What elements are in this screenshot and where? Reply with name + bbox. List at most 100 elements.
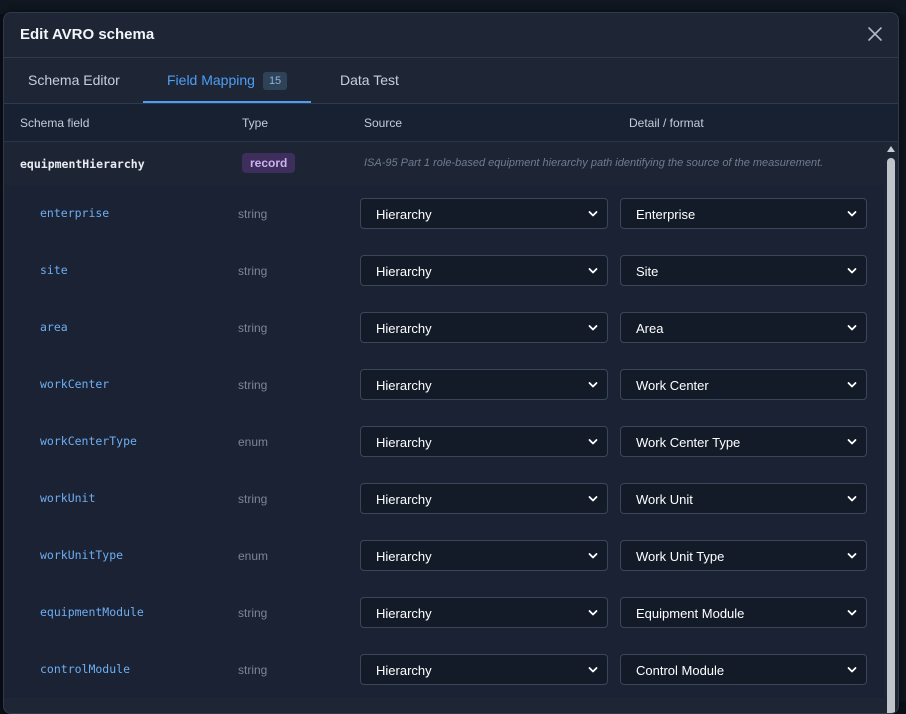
source-select-value: Hierarchy (376, 321, 432, 336)
table-row: equipmentModule string Hierarchy Equipment … (4, 584, 884, 641)
field-type: string (238, 492, 268, 506)
chevron-down-icon (588, 436, 598, 448)
scrollbar-thumb[interactable] (887, 158, 895, 713)
table-row: site string Hierarchy Site (4, 242, 884, 299)
source-select[interactable]: Hierarchy (360, 369, 608, 400)
source-select[interactable]: Hierarchy (360, 483, 608, 514)
detail-select[interactable]: Work Unit (620, 483, 867, 514)
detail-select-value: Work Center (636, 378, 709, 393)
column-header-detail: Detail / format (629, 116, 704, 130)
column-header-type: Type (242, 116, 269, 130)
source-select-value: Hierarchy (376, 549, 432, 564)
source-select-value: Hierarchy (376, 492, 432, 507)
tab-field-mapping[interactable]: Field Mapping 15 (143, 58, 312, 103)
source-select-value: Hierarchy (376, 435, 432, 450)
chevron-down-icon (588, 208, 598, 220)
dialog-header: Edit AVRO schema (4, 13, 898, 58)
field-type: enum (238, 435, 269, 449)
table-row: workCenterType enum Hierarchy Work Center T… (4, 413, 884, 470)
detail-select[interactable]: Area (620, 312, 867, 343)
scrollbar[interactable] (884, 142, 898, 713)
field-type: string (238, 663, 268, 677)
field-name: site (40, 263, 68, 277)
chevron-down-icon (847, 550, 857, 562)
dialog-title: Edit AVRO schema (20, 26, 155, 43)
chevron-down-icon (847, 379, 857, 391)
table-header: Schema field Type Source Detail / format (4, 104, 898, 142)
field-type: string (238, 264, 268, 278)
field-name: workUnit (40, 491, 96, 505)
source-select[interactable]: Hierarchy (360, 540, 608, 571)
field-name: equipmentModule (40, 605, 144, 619)
tab-schema-editor[interactable]: Schema Editor (28, 58, 120, 102)
table-row: workUnitType enum Hierarchy Work Unit Type (4, 527, 884, 584)
record-group-row: equipmentHierarchy record ISA-95 Part 1 … (4, 142, 884, 185)
field-name: enterprise (40, 206, 110, 220)
table-row: controlModule string Hierarchy Control Modu… (4, 641, 884, 698)
detail-select-value: Area (636, 321, 664, 336)
tab-data-test[interactable]: Data Test (340, 58, 399, 102)
detail-select-value: Work Unit (636, 492, 693, 507)
record-description: ISA-95 Part 1 role-based equipment hiera… (364, 157, 824, 169)
chevron-down-icon (588, 550, 598, 562)
source-select[interactable]: Hierarchy (360, 255, 608, 286)
chevron-down-icon (588, 322, 598, 334)
detail-select-value: Equipment Module (636, 606, 745, 621)
table-row: workUnit string Hierarchy Work Unit (4, 470, 884, 527)
tab-label: Data Test (340, 72, 399, 88)
field-type: string (238, 321, 268, 335)
detail-select[interactable]: Work Center (620, 369, 867, 400)
edit-schema-dialog: Edit AVRO schema Schema Editor Field Map… (3, 12, 899, 714)
chevron-down-icon (847, 436, 857, 448)
detail-select-value: Work Unit Type (636, 549, 725, 564)
scroll-up-arrow-icon[interactable] (887, 146, 895, 152)
field-name: area (40, 320, 68, 334)
field-name: workCenter (40, 377, 110, 391)
record-name: equipmentHierarchy (20, 157, 145, 171)
detail-select[interactable]: Control Module (620, 654, 867, 685)
source-select-value: Hierarchy (376, 663, 432, 678)
field-name: workCenterType (40, 434, 137, 448)
chevron-down-icon (847, 208, 857, 220)
column-header-field: Schema field (20, 116, 90, 130)
chevron-down-icon (847, 607, 857, 619)
field-type: string (238, 606, 268, 620)
field-count-badge: 15 (262, 72, 288, 90)
tab-bar: Schema Editor Field Mapping 15 Data Test (4, 58, 898, 104)
table-row: workCenter string Hierarchy Work Center (4, 356, 884, 413)
detail-select[interactable]: Enterprise (620, 198, 867, 229)
field-type: string (238, 207, 268, 221)
field-name: workUnitType (40, 548, 124, 562)
record-type-badge: record (242, 153, 296, 173)
detail-select[interactable]: Work Center Type (620, 426, 867, 457)
table-row: area string Hierarchy Area (4, 299, 884, 356)
close-icon[interactable] (866, 25, 884, 43)
source-select-value: Hierarchy (376, 264, 432, 279)
source-select[interactable]: Hierarchy (360, 426, 608, 457)
chevron-down-icon (588, 265, 598, 277)
chevron-down-icon (588, 379, 598, 391)
chevron-down-icon (847, 265, 857, 277)
detail-select-value: Enterprise (636, 207, 696, 222)
source-select[interactable]: Hierarchy (360, 597, 608, 628)
source-select[interactable]: Hierarchy (360, 198, 608, 229)
field-type: enum (238, 549, 269, 563)
source-select-value: Hierarchy (376, 378, 432, 393)
detail-select-value: Site (636, 264, 659, 279)
background-app-edge (898, 14, 906, 702)
detail-select-value: Work Center Type (636, 435, 741, 450)
source-select-value: Hierarchy (376, 606, 432, 621)
detail-select[interactable]: Equipment Module (620, 597, 867, 628)
source-select[interactable]: Hierarchy (360, 654, 608, 685)
field-name: controlModule (40, 662, 131, 676)
chevron-down-icon (847, 493, 857, 505)
source-select[interactable]: Hierarchy (360, 312, 608, 343)
mapping-table-body: equipmentHierarchy record ISA-95 Part 1 … (4, 142, 884, 713)
detail-select[interactable]: Work Unit Type (620, 540, 867, 571)
chevron-down-icon (847, 322, 857, 334)
chevron-down-icon (847, 664, 857, 676)
chevron-down-icon (588, 493, 598, 505)
table-row: enterprise string Hierarchy Enterprise (4, 185, 884, 242)
field-type: string (238, 378, 268, 392)
detail-select[interactable]: Site (620, 255, 867, 286)
